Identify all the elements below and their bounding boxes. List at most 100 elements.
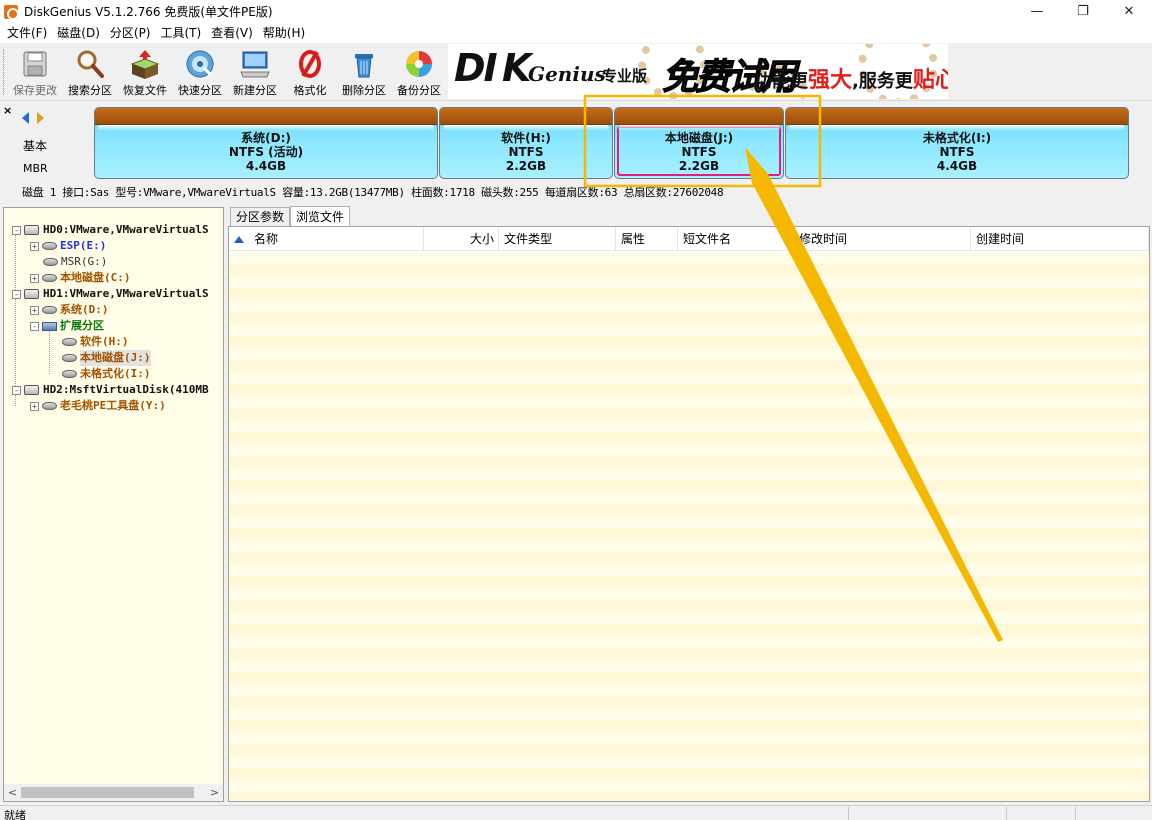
tree-item-hd2[interactable]: - HD2:MsftVirtualDisk(410MB xyxy=(12,382,209,398)
tree-item-i[interactable]: 未格式化(I:) xyxy=(62,366,151,382)
tree-label: 软件(H:) xyxy=(80,335,129,348)
column-created-time[interactable]: 创建时间 xyxy=(971,227,1149,251)
expand-icon[interactable]: + xyxy=(30,401,39,411)
expand-icon[interactable]: + xyxy=(30,241,39,251)
tree-item-d[interactable]: + 系统(D:) xyxy=(30,302,109,318)
collapse-icon[interactable]: - xyxy=(30,321,39,331)
trash-icon xyxy=(348,48,380,80)
format-button[interactable]: 格式化 xyxy=(286,46,334,100)
next-disk-arrow-icon[interactable] xyxy=(37,112,44,124)
up-folder-icon[interactable] xyxy=(234,236,244,243)
minimize-button[interactable]: — xyxy=(1014,0,1060,23)
tree-item-msr[interactable]: MSR(G:) xyxy=(43,254,107,270)
new-partition-button[interactable]: 新建分区 xyxy=(228,46,282,100)
slogan-part-c: ,服务更 xyxy=(852,71,913,92)
menu-help[interactable]: 帮助(H) xyxy=(258,23,310,43)
column-file-type[interactable]: 文件类型 xyxy=(499,227,616,251)
title-bar: DiskGenius V5.1.2.766 免费版(单文件PE版) — ❐ ✕ xyxy=(0,0,1152,23)
format-icon xyxy=(294,48,326,80)
tree-item-j[interactable]: 本地磁盘(J:) xyxy=(62,350,151,366)
column-size[interactable]: 大小 xyxy=(424,227,499,251)
toolbar-grip[interactable] xyxy=(3,49,6,95)
partition-icon xyxy=(42,274,57,282)
tree-item-hd1[interactable]: - HD1:VMware,VMwareVirtualS xyxy=(12,286,209,302)
file-list-body xyxy=(229,252,1149,801)
collapse-icon[interactable]: - xyxy=(12,289,21,299)
format-label: 格式化 xyxy=(293,84,327,97)
backup-partition-label: 备份分区 xyxy=(397,84,441,97)
slogan-part-a: 功能更 xyxy=(754,71,808,92)
tree-label: ESP(E:) xyxy=(60,239,107,252)
partition-block-j[interactable]: 本地磁盘(J:) NTFS 2.2GB xyxy=(614,107,784,179)
menu-disk[interactable]: 磁盘(D) xyxy=(52,23,105,43)
scrollbar-thumb[interactable] xyxy=(21,787,194,798)
menu-bar: 文件(F) 磁盘(D) 分区(P) 工具(T) 查看(V) 帮助(H) xyxy=(0,23,1152,43)
disk-type-label: 基本 xyxy=(23,139,48,153)
search-partition-label: 搜索分区 xyxy=(68,84,112,97)
banner-logo-k: K xyxy=(502,46,531,90)
tree-item-hd0[interactable]: - HD0:VMware,VMwareVirtualS xyxy=(12,222,209,238)
extended-partition-icon xyxy=(42,321,57,331)
expand-icon[interactable]: + xyxy=(30,305,39,315)
tree-label-selected: 本地磁盘(J:) xyxy=(80,350,151,366)
column-modified-time[interactable]: 修改时间 xyxy=(794,227,971,251)
partition-icon xyxy=(42,242,57,250)
status-text: 就绪 xyxy=(4,809,26,820)
status-separator xyxy=(848,807,849,820)
window-title: DiskGenius V5.1.2.766 免费版(单文件PE版) xyxy=(24,5,273,19)
save-changes-button[interactable]: 保存更改 xyxy=(8,46,62,100)
column-attributes[interactable]: 属性 xyxy=(616,227,678,251)
search-partition-button[interactable]: 搜索分区 xyxy=(64,46,116,100)
scroll-left-icon[interactable]: < xyxy=(4,784,21,801)
close-button[interactable]: ✕ xyxy=(1106,0,1152,23)
menu-tools[interactable]: 工具(T) xyxy=(156,23,207,43)
partition-block-h[interactable]: 软件(H:) NTFS 2.2GB xyxy=(439,107,613,179)
tab-browse-files[interactable]: 浏览文件 xyxy=(290,206,351,226)
tree-horizontal-scrollbar[interactable]: < > xyxy=(4,784,223,801)
tree-item-y[interactable]: + 老毛桃PE工具盘(Y:) xyxy=(30,398,166,414)
menu-view[interactable]: 查看(V) xyxy=(206,23,258,43)
partition-selection-outline xyxy=(617,126,781,176)
delete-partition-button[interactable]: 删除分区 xyxy=(338,46,390,100)
backup-partition-button[interactable]: 备份分区 xyxy=(394,46,444,100)
partition-icon xyxy=(42,306,57,314)
disc-icon xyxy=(184,48,216,80)
hard-disk-icon xyxy=(24,385,39,395)
diskgenius-app-icon xyxy=(4,4,19,20)
partition-block-d[interactable]: 系统(D:) NTFS (活动) 4.4GB xyxy=(94,107,438,179)
partition-size: 4.4GB xyxy=(936,159,978,173)
status-bar: 就绪 xyxy=(0,805,1152,820)
column-name-label: 名称 xyxy=(254,232,279,246)
banner-slogan: 功能更强大,服务更贴心 xyxy=(754,62,948,94)
recover-files-button[interactable]: 恢复文件 xyxy=(118,46,172,100)
disk-map-close-icon[interactable]: × xyxy=(3,104,12,117)
maximize-button[interactable]: ❐ xyxy=(1060,0,1106,23)
tree-item-c[interactable]: + 本地磁盘(C:) xyxy=(30,270,131,286)
recover-box-icon xyxy=(129,48,161,80)
tree-label: HD2:MsftVirtualDisk(410MB xyxy=(43,383,209,396)
tree-item-esp[interactable]: + ESP(E:) xyxy=(30,238,106,254)
menu-partition[interactable]: 分区(P) xyxy=(105,23,156,43)
column-short-name[interactable]: 短文件名 xyxy=(678,227,794,251)
disk-tree-pane: - HD0:VMware,VMwareVirtualS + ESP(E:) MS… xyxy=(3,207,224,802)
tree-item-extended[interactable]: - 扩展分区 xyxy=(30,318,104,334)
tree-label: 老毛桃PE工具盘(Y:) xyxy=(60,399,166,412)
column-name[interactable]: 名称 xyxy=(229,227,424,251)
partition-block-i[interactable]: 未格式化(I:) NTFS 4.4GB xyxy=(785,107,1129,179)
tab-partition-params[interactable]: 分区参数 xyxy=(230,207,291,226)
file-list-pane[interactable]: 名称 大小 文件类型 属性 短文件名 修改时间 创建时间 xyxy=(228,226,1150,802)
collapse-icon[interactable]: - xyxy=(12,225,21,235)
partition-fs: NTFS xyxy=(939,145,975,159)
magnifier-icon xyxy=(74,48,106,80)
menu-file[interactable]: 文件(F) xyxy=(2,23,52,43)
partition-size: 4.4GB xyxy=(245,159,287,173)
prev-disk-arrow-icon[interactable] xyxy=(22,112,29,124)
promo-banner[interactable]: DI K Genius 专业版 免费试用 功能更强大,服务更贴心 xyxy=(448,44,948,99)
file-list-header: 名称 大小 文件类型 属性 短文件名 修改时间 创建时间 xyxy=(229,227,1149,251)
collapse-icon[interactable]: - xyxy=(12,385,21,395)
computer-icon xyxy=(239,48,271,80)
quick-partition-button[interactable]: 快速分区 xyxy=(174,46,226,100)
expand-icon[interactable]: + xyxy=(30,273,39,283)
tree-item-h[interactable]: 软件(H:) xyxy=(62,334,129,350)
scroll-right-icon[interactable]: > xyxy=(206,784,223,801)
